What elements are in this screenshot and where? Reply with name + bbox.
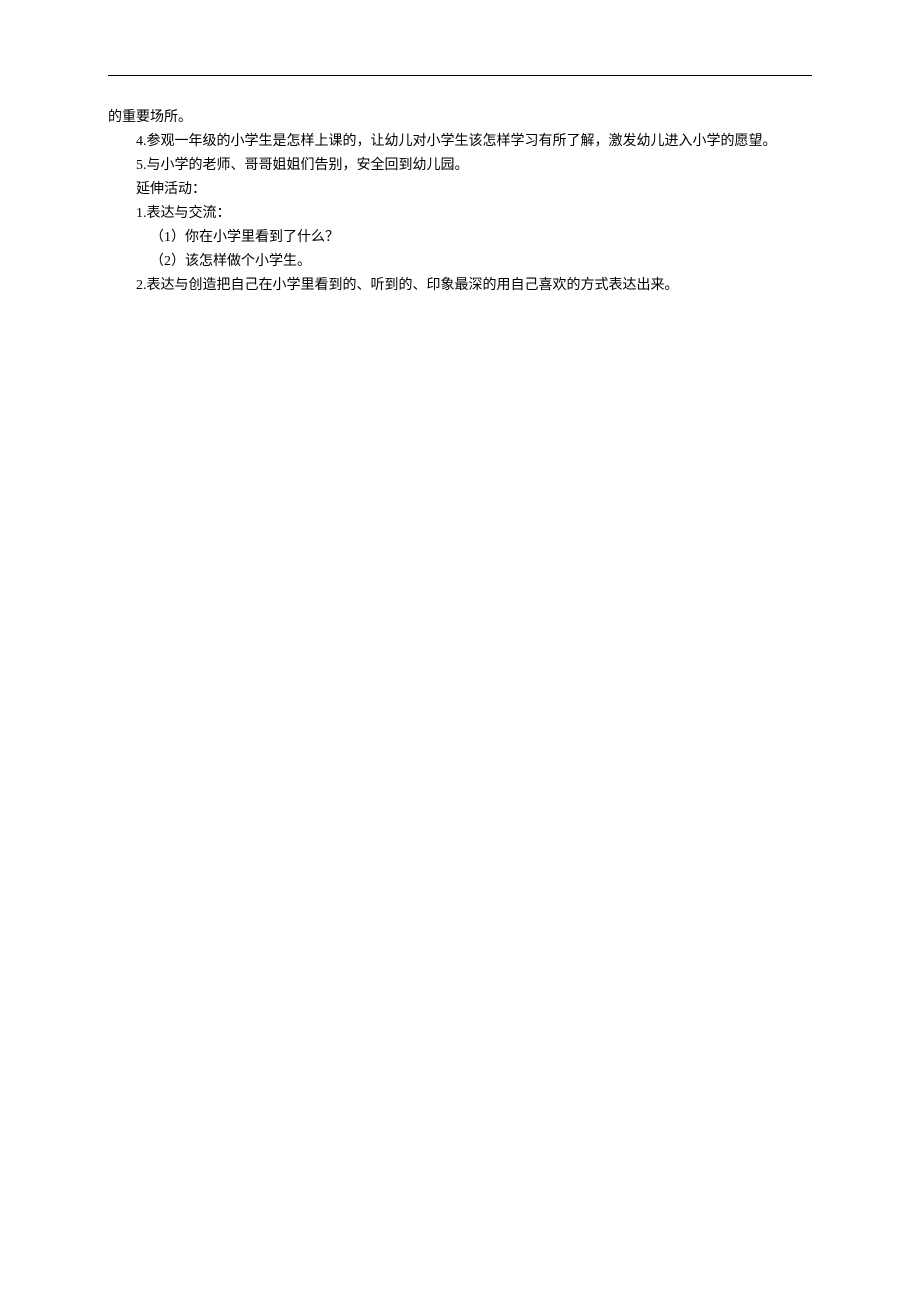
text-line: 5.与小学的老师、哥哥姐姐们告别，安全回到幼儿园。: [108, 154, 812, 178]
text-line: （1）你在小学里看到了什么？: [108, 226, 812, 250]
text-line: 延伸活动：: [108, 178, 812, 202]
text-line: 1.表达与交流：: [108, 202, 812, 226]
document-content: 的重要场所。 4.参观一年级的小学生是怎样上课的，让幼儿对小学生该怎样学习有所了…: [108, 106, 812, 298]
text-line: 2.表达与创造把自己在小学里看到的、听到的、印象最深的用自己喜欢的方式表达出来。: [108, 274, 812, 298]
header-divider: [108, 75, 812, 76]
text-line: （2）该怎样做个小学生。: [108, 250, 812, 274]
page-container: 的重要场所。 4.参观一年级的小学生是怎样上课的，让幼儿对小学生该怎样学习有所了…: [0, 0, 920, 298]
text-line: 4.参观一年级的小学生是怎样上课的，让幼儿对小学生该怎样学习有所了解，激发幼儿进…: [108, 130, 812, 154]
text-line: 的重要场所。: [108, 106, 812, 130]
